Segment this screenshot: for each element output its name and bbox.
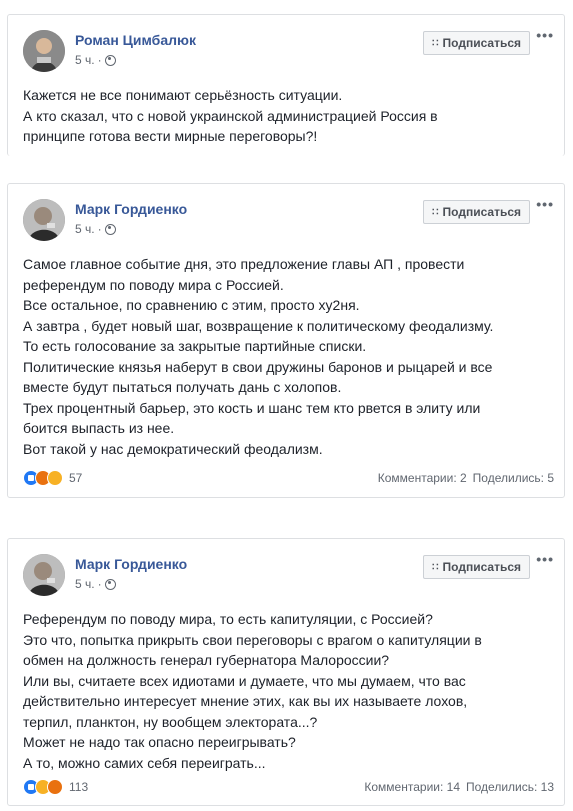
subscribe-label: Подписаться: [442, 205, 521, 219]
post-footer: 113 Комментарии: 14 Поделились: 13: [23, 779, 554, 795]
post-line: Это что, попытка прикрыть свои переговор…: [23, 631, 482, 648]
post-line: Трех процентный барьер, это кость и шанс…: [23, 399, 481, 416]
subscribe-button[interactable]: ∷ Подписаться: [423, 200, 530, 224]
post-line: действительно интересует мнение этих, ка…: [23, 693, 468, 709]
post-line: Самое главное событие дня, это предложен…: [23, 256, 465, 272]
avatar[interactable]: [23, 554, 65, 596]
post-footer: 57 Комментарии: 2 Поделились: 5: [23, 470, 554, 486]
separator-dot: ·: [97, 53, 102, 67]
post-line: референдум по поводу мира с Россией.: [23, 276, 284, 293]
reactions-count[interactable]: 57: [69, 471, 82, 485]
post-time[interactable]: 5 ч.: [75, 222, 95, 236]
post-line: Кажется не все понимают серьёзность ситу…: [23, 87, 343, 103]
more-icon[interactable]: •••: [536, 551, 554, 567]
author-name[interactable]: Роман Цимбалюк: [75, 32, 196, 48]
globe-icon: [104, 578, 116, 590]
post-card: Марк Гордиенко 5 ч. · ∷ Подписаться ••• …: [7, 183, 565, 498]
post-line: Или вы, считаете всех идиотами и думаете…: [23, 672, 466, 689]
post-line: Референдум по поводу мира, то есть капит…: [23, 611, 433, 627]
shares-link[interactable]: Поделились: 5: [473, 471, 554, 485]
avatar[interactable]: [23, 30, 65, 72]
subscribe-button[interactable]: ∷ Подписаться: [423, 555, 530, 579]
post-line: Может не надо так опасно переигрывать?: [23, 734, 296, 750]
globe-icon: [104, 54, 116, 66]
author-name[interactable]: Марк Гордиенко: [75, 201, 187, 217]
post-line: терпил, планктон, ну вообщем электората.…: [23, 713, 318, 730]
post-time[interactable]: 5 ч.: [75, 577, 95, 591]
post-meta: 5 ч. ·: [75, 222, 116, 236]
rss-icon: ∷: [432, 561, 439, 573]
post-meta: 5 ч. ·: [75, 53, 116, 67]
sad-reaction-icon[interactable]: [47, 470, 63, 486]
more-icon[interactable]: •••: [536, 27, 554, 43]
author-name[interactable]: Марк Гордиенко: [75, 556, 187, 572]
post-time[interactable]: 5 ч.: [75, 53, 95, 67]
post-text: Кажется не все понимают серьёзность ситу…: [23, 85, 558, 147]
comments-link[interactable]: Комментарии: 2: [378, 471, 467, 485]
post-line: То есть голосование за закрытые партийны…: [23, 338, 367, 354]
post-line: А кто сказал, что с новой украинской адм…: [23, 107, 438, 124]
separator-dot: ·: [97, 222, 102, 236]
rss-icon: ∷: [432, 206, 439, 218]
post-line: вместе будут пытаться получать дань с хо…: [23, 379, 342, 395]
more-icon[interactable]: •••: [536, 196, 554, 212]
post-line: Вот такой у нас демократический феодализ…: [23, 440, 323, 457]
post-meta: 5 ч. ·: [75, 577, 116, 591]
avatar[interactable]: [23, 199, 65, 241]
comments-link[interactable]: Комментарии: 14: [364, 780, 460, 794]
post-line: Политические князья наберут в свои дружи…: [23, 358, 493, 375]
post-card: Роман Цимбалюк 5 ч. · ∷ Подписаться ••• …: [7, 14, 565, 156]
globe-icon: [104, 223, 116, 235]
separator-dot: ·: [97, 577, 102, 591]
post-text: Референдум по поводу мира, то есть капит…: [23, 609, 558, 773]
subscribe-button[interactable]: ∷ Подписаться: [423, 31, 530, 55]
reactions-count[interactable]: 113: [69, 780, 88, 794]
post-line: А завтра , будет новый шаг, возвращение …: [23, 317, 494, 334]
post-text: Самое главное событие дня, это предложен…: [23, 254, 558, 459]
subscribe-label: Подписаться: [442, 36, 521, 50]
post-line: обмен на должность генерал губернатора М…: [23, 652, 390, 668]
post-line: боится выпасть из нее.: [23, 420, 175, 436]
post-line: А то, можно самих себя переиграть...: [23, 754, 266, 771]
subscribe-label: Подписаться: [442, 560, 521, 574]
post-line: принципе готова вести мирные переговоры?…: [23, 128, 318, 144]
shares-link[interactable]: Поделились: 13: [466, 780, 554, 794]
post-line: Все остальное, по сравнению с этим, прос…: [23, 297, 360, 313]
angry-reaction-icon[interactable]: [47, 779, 63, 795]
rss-icon: ∷: [432, 37, 439, 49]
post-card: Марк Гордиенко 5 ч. · ∷ Подписаться ••• …: [7, 538, 565, 806]
